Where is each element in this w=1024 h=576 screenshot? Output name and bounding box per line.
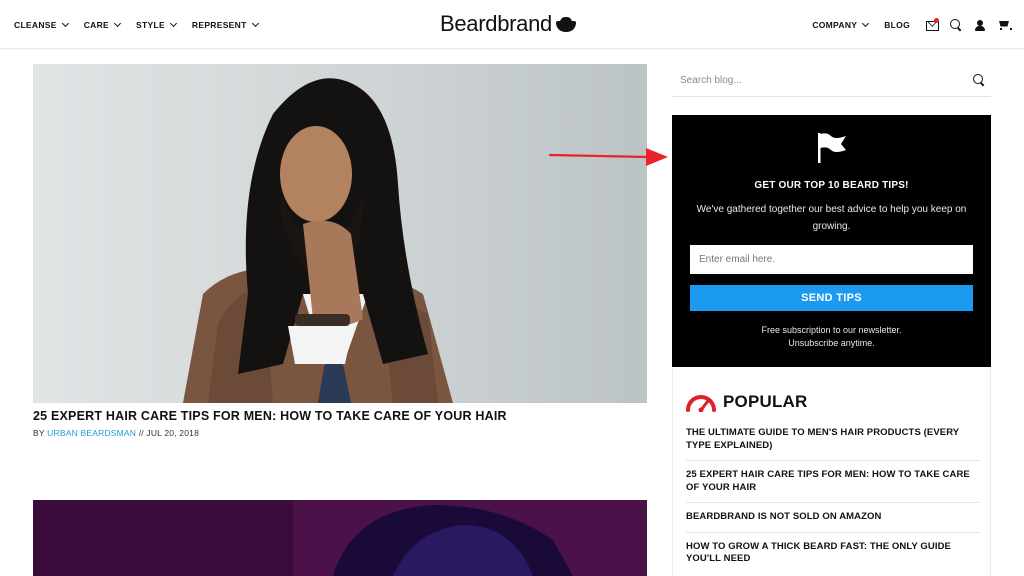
blog-search: [672, 64, 991, 97]
popular-item[interactable]: THE ULTIMATE GUIDE TO MEN'S HAIR PRODUCT…: [686, 427, 980, 461]
chevron-down-icon: [251, 19, 259, 27]
primary-nav: CLEANSE CARE STYLE REPRESENT: [14, 0, 259, 49]
search-icon[interactable]: [950, 18, 962, 31]
chevron-down-icon: [862, 19, 870, 27]
nav-company[interactable]: COMPANY: [812, 19, 870, 30]
chevron-down-icon: [61, 19, 69, 27]
tips-footnote-line2: Unsubscribe anytime.: [788, 337, 875, 348]
nav-cleanse-label: CLEANSE: [14, 19, 57, 30]
nav-cleanse[interactable]: CLEANSE: [14, 19, 69, 30]
popular-item[interactable]: HOW TO GROW A THICK BEARD FAST: THE ONLY…: [686, 541, 980, 574]
post-title-link[interactable]: 25 EXPERT HAIR CARE TIPS FOR MEN: HOW TO…: [33, 409, 647, 423]
post-featured-image[interactable]: [33, 64, 647, 403]
popular-item[interactable]: BEARDBRAND IS NOT SOLD ON AMAZON: [686, 511, 980, 533]
mail-icon[interactable]: [926, 17, 939, 31]
blog-search-input[interactable]: [680, 72, 960, 88]
mustache-bowl-icon: [555, 16, 576, 32]
popular-item[interactable]: 25 EXPERT HAIR CARE TIPS FOR MEN: HOW TO…: [686, 469, 980, 503]
logo-text: Beardbrand: [440, 11, 552, 36]
nav-blog[interactable]: BLOG: [884, 20, 910, 30]
secondary-nav: COMPANY BLOG: [812, 0, 1012, 49]
nav-style-label: STYLE: [136, 19, 165, 30]
chevron-down-icon: [113, 19, 122, 27]
chevron-down-icon: [169, 19, 177, 27]
nav-company-label: COMPANY: [812, 19, 858, 30]
popular-header: POPULAR: [685, 392, 808, 412]
post-author-link[interactable]: URBAN BEARDSMAN: [47, 428, 136, 438]
flag-icon: [818, 133, 846, 163]
post-by-label: BY: [33, 428, 45, 438]
newsletter-signup-box: GET OUR TOP 10 BEARD TIPS! We've gathere…: [672, 115, 991, 367]
site-logo[interactable]: Beardbrand: [440, 11, 576, 37]
gauge-icon: [686, 395, 716, 412]
nav-represent[interactable]: REPRESENT: [191, 19, 259, 30]
tips-footnote: Free subscription to our newsletter. Uns…: [672, 324, 991, 349]
search-icon[interactable]: [973, 74, 985, 86]
nav-represent-label: REPRESENT: [191, 19, 247, 30]
cart-icon[interactable]: [998, 19, 1012, 31]
popular-list: THE ULTIMATE GUIDE TO MEN'S HAIR PRODUCT…: [686, 427, 980, 576]
site-header: CLEANSE CARE STYLE REPRESENT Beardbrand …: [0, 0, 1024, 49]
nav-blog-label: BLOG: [884, 19, 910, 30]
nav-care[interactable]: CARE: [83, 19, 122, 30]
nav-style[interactable]: STYLE: [136, 19, 177, 30]
post-meta: BY URBAN BEARDSMAN // JUL 20, 2018: [33, 428, 199, 438]
email-field[interactable]: [690, 245, 973, 274]
post-date: // JUL 20, 2018: [138, 428, 200, 438]
post-image-second[interactable]: [33, 500, 647, 576]
bearded-man-photo: [33, 64, 647, 403]
send-tips-button[interactable]: SEND TIPS: [690, 285, 973, 311]
account-icon[interactable]: [974, 19, 986, 31]
nav-care-label: CARE: [83, 19, 110, 30]
purple-portrait-photo: [33, 500, 647, 576]
tips-heading: GET OUR TOP 10 BEARD TIPS!: [754, 180, 909, 191]
tips-description: We've gathered together our best advice …: [696, 204, 967, 232]
notification-dot: [934, 17, 939, 23]
popular-title: POPULAR: [723, 392, 808, 411]
popular-posts: POPULAR THE ULTIMATE GUIDE TO MEN'S HAIR…: [672, 368, 991, 576]
tips-footnote-line1: Free subscription to our newsletter.: [761, 325, 902, 335]
annotation-arrow-icon: [548, 148, 668, 166]
